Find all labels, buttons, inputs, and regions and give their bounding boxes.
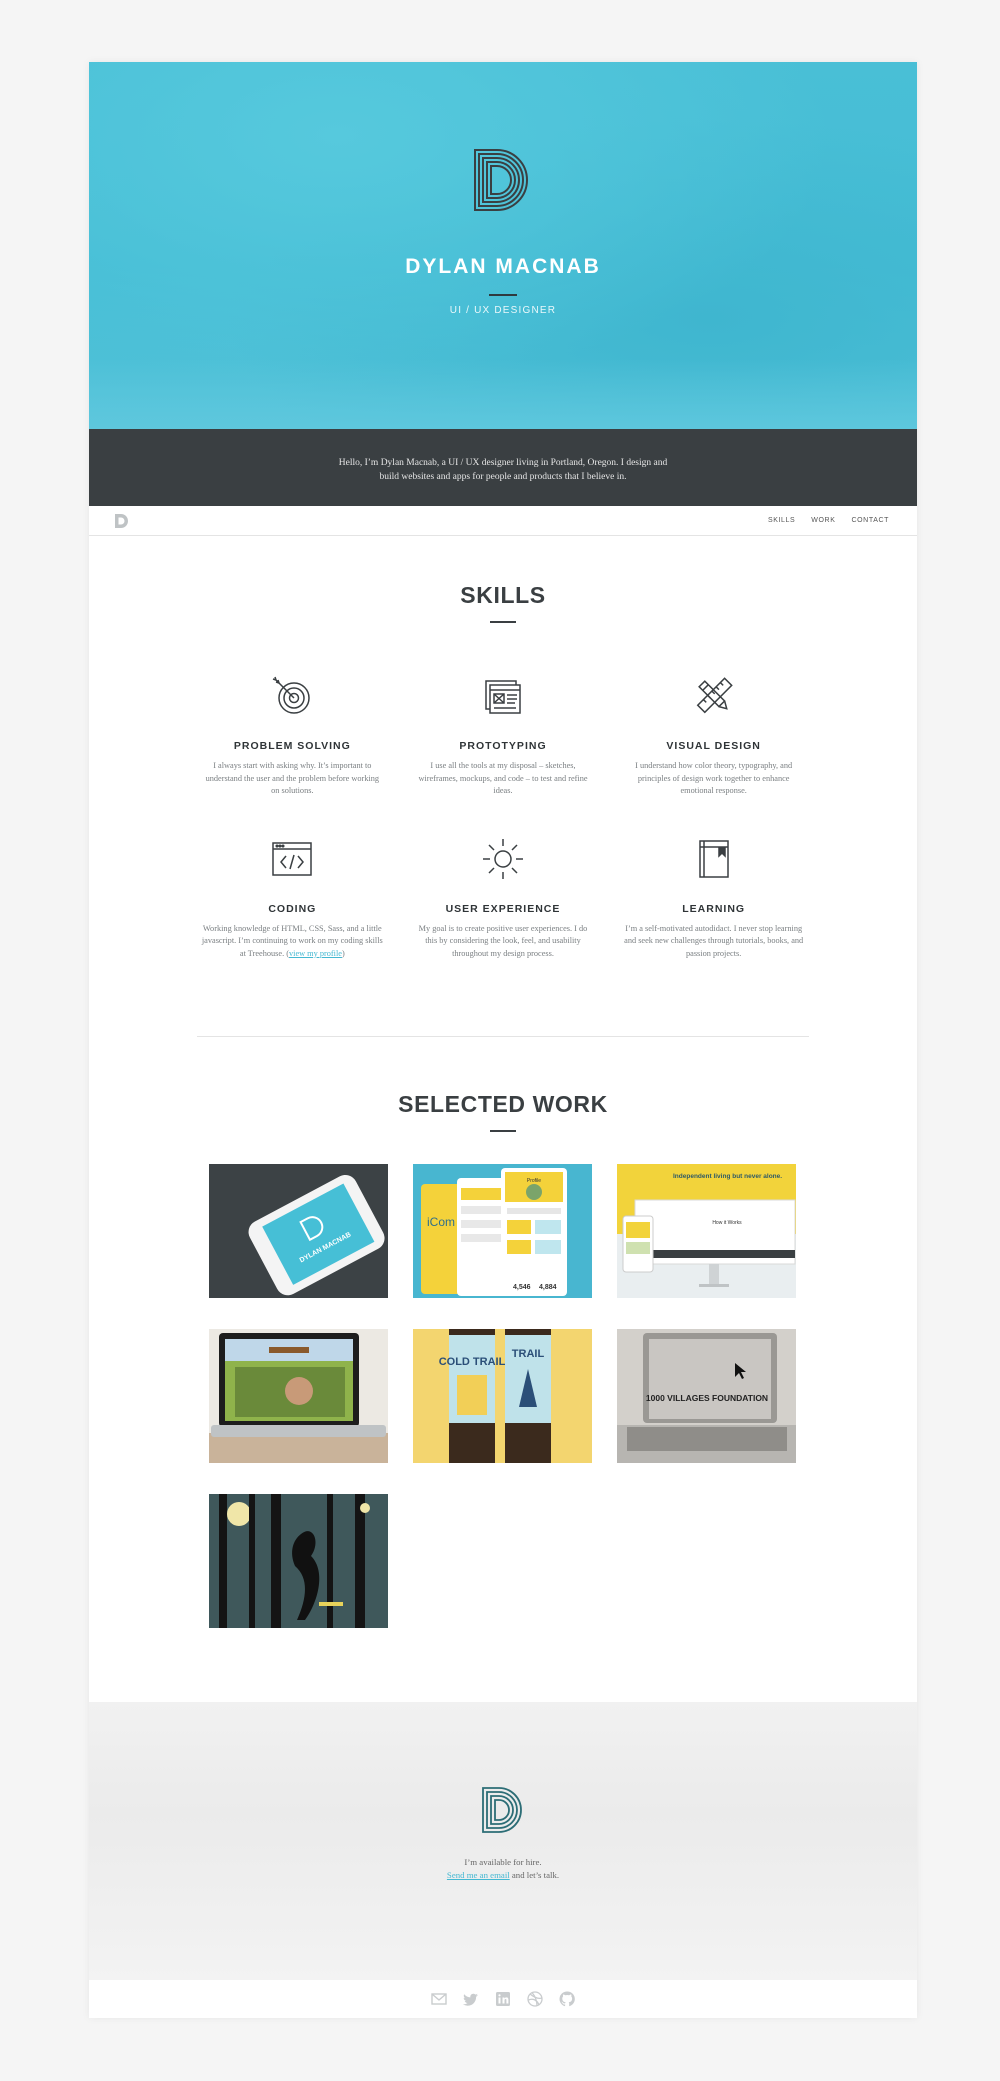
work-tile[interactable]: 1000 VILLAGES FOUNDATION xyxy=(617,1329,796,1463)
hero-title: UI / UX DESIGNER xyxy=(449,305,557,316)
skills-grid: PROBLEM SOLVING I always start with aski… xyxy=(195,673,811,960)
forest-illustration-thumbnail xyxy=(209,1494,388,1628)
pencil-ruler-icon xyxy=(696,677,733,714)
responsive-site-thumbnail: Independent living but never alone. How … xyxy=(617,1164,796,1298)
work-tile[interactable] xyxy=(209,1329,388,1463)
work-section: SELECTED WORK DYLAN MACNAB iCom Profile … xyxy=(89,1037,917,1628)
contact-text: I’m available for hire. Send me an email… xyxy=(89,1856,917,1882)
mobile-app-thumbnail: iCom Profile 4,546 4,884 xyxy=(421,1168,567,1296)
social-bar xyxy=(89,1980,917,2018)
hire-text: I’m available for hire. xyxy=(464,1857,542,1867)
nav-links: SKILLS WORK CONTACT xyxy=(768,517,889,524)
code-icon xyxy=(272,841,313,876)
skill-title: PROTOTYPING xyxy=(459,740,547,752)
laptop-foundation-thumbnail: 1000 VILLAGES FOUNDATION xyxy=(617,1329,796,1463)
nav-bar: SKILLS WORK CONTACT xyxy=(89,506,917,536)
svg-text:COLD TRAIL: COLD TRAIL xyxy=(439,1356,506,1368)
svg-text:How it Works: How it Works xyxy=(712,1220,742,1226)
d-logo-icon[interactable] xyxy=(477,1784,529,1836)
svg-text:iCom: iCom xyxy=(427,1215,455,1229)
skill-title: VISUAL DESIGN xyxy=(666,740,761,752)
nav-link-contact[interactable]: CONTACT xyxy=(851,517,889,524)
skills-divider xyxy=(490,621,516,623)
work-grid: DYLAN MACNAB iCom Profile 4,546 4,884 In… xyxy=(209,1164,797,1628)
skills-section: SKILLS PROBLEM SOLVING I always start wi… xyxy=(89,536,917,1037)
dribbble-icon[interactable] xyxy=(526,1990,544,2008)
work-tile[interactable]: Independent living but never alone. How … xyxy=(617,1164,796,1298)
sun-icon xyxy=(482,838,523,879)
hero-divider xyxy=(489,294,517,296)
laptop-video-thumbnail xyxy=(209,1329,388,1463)
intro-band: Hello, I’m Dylan Macnab, a UI / UX desig… xyxy=(89,429,917,506)
skills-heading: SKILLS xyxy=(460,582,546,608)
work-tile[interactable] xyxy=(209,1494,388,1628)
treehouse-profile-link[interactable]: view my profile xyxy=(289,949,342,958)
work-heading: SELECTED WORK xyxy=(398,1091,608,1117)
skill-title: LEARNING xyxy=(682,902,746,915)
svg-text:4,884: 4,884 xyxy=(539,1284,557,1291)
skill-card: LEARNING I’m a self-motivated autodidact… xyxy=(616,836,811,961)
target-icon xyxy=(273,676,311,714)
linkedin-icon[interactable] xyxy=(494,1990,512,2008)
intro-text: Hello, I’m Dylan Macnab, a UI / UX desig… xyxy=(338,458,668,482)
skill-card: CODING Working knowledge of HTML, CSS, S… xyxy=(195,836,390,961)
wireframe-icon xyxy=(485,680,521,714)
skill-text: I use all the tools at my disposal – ske… xyxy=(418,761,588,795)
hero-name: DYLAN MACNAB xyxy=(405,255,601,278)
d-logo-small-icon[interactable] xyxy=(113,512,131,530)
work-divider xyxy=(490,1130,516,1132)
skill-title: USER EXPERIENCE xyxy=(445,902,561,915)
skill-text: I understand how color theory, typograph… xyxy=(635,761,793,795)
mail-icon[interactable] xyxy=(430,1990,448,2008)
svg-text:Profile: Profile xyxy=(527,1178,541,1184)
skill-card: PROTOTYPING I use all the tools at my di… xyxy=(406,673,601,798)
contact-section: I’m available for hire. Send me an email… xyxy=(89,1702,917,1980)
work-tile[interactable]: DYLAN MACNAB xyxy=(209,1164,388,1298)
svg-text:1000 VILLAGES FOUNDATION: 1000 VILLAGES FOUNDATION xyxy=(646,1393,768,1403)
svg-text:4,546: 4,546 xyxy=(513,1284,531,1291)
nav-link-work[interactable]: WORK xyxy=(811,517,835,524)
skill-card: VISUAL DESIGN I understand how color the… xyxy=(616,673,811,798)
beer-labels-thumbnail: COLD TRAIL TRAIL xyxy=(413,1329,592,1463)
nav-link-skills[interactable]: SKILLS xyxy=(768,517,795,524)
phone-portfolio-thumbnail: DYLAN MACNAB xyxy=(248,1174,385,1296)
skill-text: My goal is to create positive user exper… xyxy=(418,923,588,958)
hero-banner: DYLAN MACNAB UI / UX DESIGNER xyxy=(89,62,917,429)
skill-title: PROBLEM SOLVING xyxy=(233,740,351,752)
skill-card: USER EXPERIENCE My goal is to create pos… xyxy=(406,836,601,961)
twitter-icon[interactable] xyxy=(462,1990,480,2008)
svg-text:TRAIL: TRAIL xyxy=(512,1348,545,1360)
skill-text: I’m a self-motivated autodidact. I never… xyxy=(624,923,804,958)
work-tile[interactable]: COLD TRAIL TRAIL xyxy=(413,1329,592,1463)
github-icon[interactable] xyxy=(558,1990,576,2008)
email-link[interactable]: Send me an email xyxy=(447,1870,510,1880)
svg-text:Independent living but never a: Independent living but never alone. xyxy=(673,1173,782,1180)
book-icon xyxy=(698,839,729,878)
skill-title: CODING xyxy=(268,902,317,915)
page: DYLAN MACNAB UI / UX DESIGNER Hello, I’m… xyxy=(89,62,917,2018)
skill-text: I always start with asking why. It’s imp… xyxy=(205,761,380,795)
work-tile[interactable]: iCom Profile 4,546 4,884 xyxy=(413,1164,592,1298)
skill-card: PROBLEM SOLVING I always start with aski… xyxy=(195,673,390,798)
d-logo-icon[interactable] xyxy=(467,144,539,216)
talk-text: and let’s talk. xyxy=(509,1870,560,1880)
skill-text: Working knowledge of HTML, CSS, Sass, an… xyxy=(201,923,383,958)
